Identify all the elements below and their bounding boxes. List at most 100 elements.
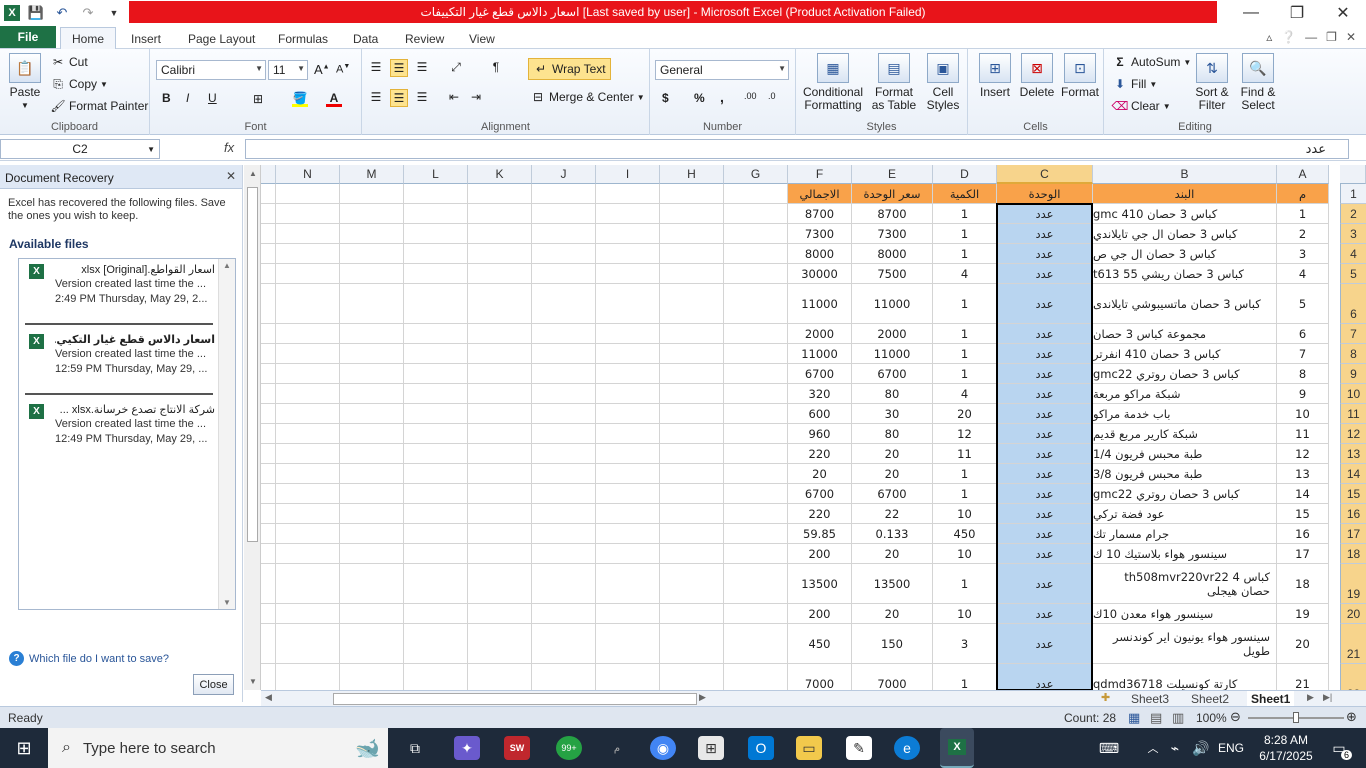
- empty-cell[interactable]: [532, 264, 596, 284]
- row-header[interactable]: 18: [1340, 544, 1366, 564]
- align-left-button[interactable]: ☰: [368, 89, 384, 105]
- cell-a[interactable]: 4: [1277, 264, 1329, 284]
- zoom-slider-thumb[interactable]: [1293, 712, 1299, 723]
- empty-cell[interactable]: [404, 404, 468, 424]
- row-header[interactable]: 9: [1340, 364, 1366, 384]
- row-header[interactable]: 20: [1340, 604, 1366, 624]
- column-header-l[interactable]: L: [404, 165, 468, 184]
- empty-cell[interactable]: [468, 364, 532, 384]
- cell-c[interactable]: عدد: [997, 324, 1093, 344]
- empty-cell[interactable]: [596, 424, 660, 444]
- horizontal-scroll-thumb[interactable]: [333, 693, 697, 705]
- empty-cell[interactable]: [532, 284, 596, 324]
- empty-cell[interactable]: [276, 484, 340, 504]
- empty-cell[interactable]: [404, 284, 468, 324]
- empty-cell[interactable]: [596, 564, 660, 604]
- cell-e[interactable]: 6700: [852, 484, 933, 504]
- empty-cell[interactable]: [468, 224, 532, 244]
- empty-cell[interactable]: [532, 344, 596, 364]
- italic-button[interactable]: I: [186, 91, 189, 105]
- empty-cell[interactable]: [596, 404, 660, 424]
- empty-cell[interactable]: [468, 544, 532, 564]
- empty-cell[interactable]: [261, 664, 276, 690]
- empty-cell[interactable]: [660, 444, 724, 464]
- empty-cell[interactable]: [724, 264, 788, 284]
- empty-cell[interactable]: [724, 284, 788, 324]
- cell-b[interactable]: باب خدمة مراكو: [1093, 404, 1277, 424]
- empty-cell[interactable]: [468, 564, 532, 604]
- empty-cell[interactable]: [340, 404, 404, 424]
- header-cell-a[interactable]: م: [1277, 184, 1329, 204]
- cell-c[interactable]: عدد: [997, 544, 1093, 564]
- cell-a[interactable]: 14: [1277, 484, 1329, 504]
- increase-indent-button[interactable]: ⇥: [468, 89, 484, 105]
- tab-home[interactable]: Home: [60, 27, 116, 50]
- percent-button[interactable]: %: [694, 91, 705, 105]
- cell-d[interactable]: 10: [933, 504, 997, 524]
- cell-f[interactable]: 59.85: [788, 524, 852, 544]
- clock[interactable]: 8:28 AM 6/17/2025: [1252, 732, 1320, 764]
- cell-b[interactable]: شبكة كارير مربع قديم: [1093, 424, 1277, 444]
- zoom-level[interactable]: 100%: [1196, 711, 1227, 725]
- empty-cell[interactable]: [276, 364, 340, 384]
- row-header[interactable]: 13: [1340, 444, 1366, 464]
- recovered-file-item[interactable]: X اسعار القواطع.xlsx [Original] Version …: [25, 261, 215, 313]
- header-cell-e[interactable]: سعر الوحدة: [852, 184, 933, 204]
- cell-f[interactable]: 6700: [788, 484, 852, 504]
- cell-e[interactable]: 6700: [852, 364, 933, 384]
- empty-cell[interactable]: [596, 264, 660, 284]
- row-header[interactable]: 16: [1340, 504, 1366, 524]
- empty-cell[interactable]: [468, 384, 532, 404]
- empty-cell[interactable]: [724, 204, 788, 224]
- empty-cell[interactable]: [404, 244, 468, 264]
- empty-cell[interactable]: [532, 484, 596, 504]
- notes-app-icon[interactable]: ✎: [846, 736, 872, 760]
- empty-cell[interactable]: [404, 604, 468, 624]
- empty-cell[interactable]: [340, 504, 404, 524]
- format-as-table-button[interactable]: ▤ Format as Table: [868, 53, 920, 112]
- cell-f[interactable]: 13500: [788, 564, 852, 604]
- cell-a[interactable]: 1: [1277, 204, 1329, 224]
- cell-a[interactable]: 5: [1277, 284, 1329, 324]
- mostaql-app-icon[interactable]: م: [604, 736, 630, 760]
- cell-b[interactable]: كباس 3 حصان 410 انفرتر: [1093, 344, 1277, 364]
- empty-cell[interactable]: [340, 284, 404, 324]
- empty-cell[interactable]: [340, 464, 404, 484]
- empty-cell[interactable]: [404, 364, 468, 384]
- empty-cell[interactable]: [596, 624, 660, 664]
- decrease-indent-button[interactable]: ⇤: [446, 89, 462, 105]
- empty-cell[interactable]: [261, 184, 276, 204]
- empty-cell[interactable]: [724, 664, 788, 690]
- format-cells-button[interactable]: ⊡ Format: [1060, 53, 1100, 99]
- zoom-in-icon[interactable]: ⊕: [1346, 709, 1357, 725]
- column-header-g[interactable]: G: [724, 165, 788, 184]
- cell-c[interactable]: عدد: [997, 484, 1093, 504]
- cell-e[interactable]: 20: [852, 544, 933, 564]
- column-header-c[interactable]: C: [997, 165, 1093, 184]
- empty-cell[interactable]: [261, 204, 276, 224]
- cell-d[interactable]: 1: [933, 564, 997, 604]
- empty-cell[interactable]: [261, 544, 276, 564]
- cell-c[interactable]: عدد: [997, 384, 1093, 404]
- name-box[interactable]: C2 ▼: [0, 139, 160, 159]
- cell-c[interactable]: عدد: [997, 424, 1093, 444]
- empty-cell[interactable]: [532, 404, 596, 424]
- vertical-scrollbar[interactable]: ▲ ▼: [244, 165, 261, 690]
- cell-c[interactable]: عدد: [997, 204, 1093, 224]
- column-header-d[interactable]: D: [933, 165, 997, 184]
- windows-start-icon[interactable]: ⊞: [0, 728, 48, 768]
- cell-e[interactable]: 30: [852, 404, 933, 424]
- empty-cell[interactable]: [340, 384, 404, 404]
- empty-cell[interactable]: [261, 424, 276, 444]
- empty-cell[interactable]: [724, 384, 788, 404]
- network-icon[interactable]: ⌁: [1162, 736, 1188, 760]
- tab-formulas[interactable]: Formulas: [278, 29, 328, 49]
- cell-b[interactable]: كباس 4 th508mvr220vr22 حصان هيجلى: [1093, 564, 1277, 604]
- empty-cell[interactable]: [532, 324, 596, 344]
- align-middle-button[interactable]: ☰: [390, 59, 408, 77]
- row-header[interactable]: 1: [1340, 184, 1366, 204]
- cell-e[interactable]: 8700: [852, 204, 933, 224]
- header-cell-b[interactable]: البند: [1093, 184, 1277, 204]
- row-header[interactable]: 4: [1340, 244, 1366, 264]
- empty-cell[interactable]: [261, 524, 276, 544]
